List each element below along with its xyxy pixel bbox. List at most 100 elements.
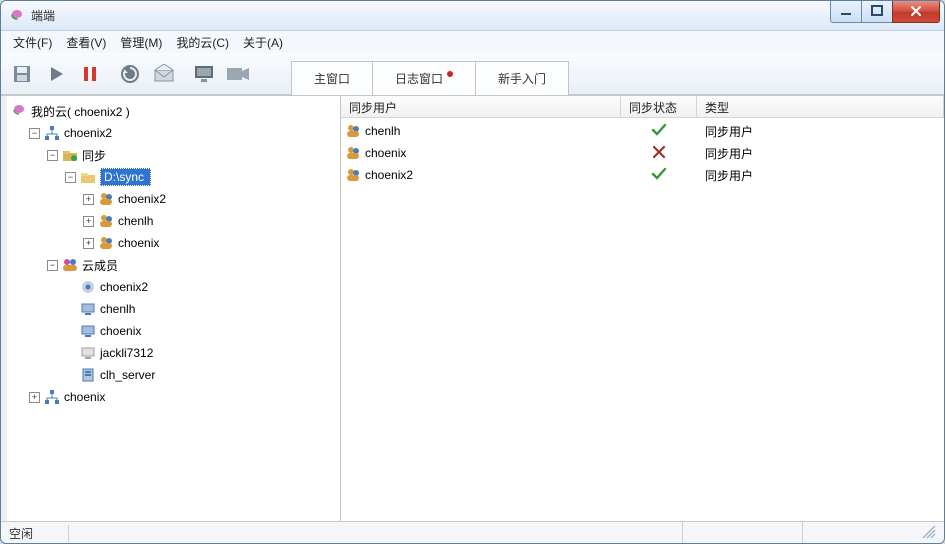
network-icon xyxy=(44,125,60,141)
tab-beginner[interactable]: 新手入门 xyxy=(475,61,569,95)
cross-icon xyxy=(652,145,666,162)
tree-root-label: 我的云( choenix2 ) xyxy=(31,103,130,120)
tree-pane[interactable]: 我的云( choenix2 ) − choenix2 xyxy=(1,96,341,521)
network-icon xyxy=(44,389,60,405)
notification-dot-icon xyxy=(447,71,453,77)
refresh-button[interactable] xyxy=(115,59,145,89)
tree-item-label: chenlh xyxy=(100,302,135,316)
expander-icon[interactable]: + xyxy=(83,194,94,205)
tree-item-label: choenix2 xyxy=(100,280,148,294)
menu-file[interactable]: 文件(F) xyxy=(7,32,58,53)
app-icon xyxy=(9,8,25,24)
tree-sync-child[interactable]: + chenlh xyxy=(79,210,340,232)
tree-member[interactable]: clh_server xyxy=(61,364,340,386)
computer-icon xyxy=(80,301,96,317)
users-icon xyxy=(98,191,114,207)
tree-item-label: choenix xyxy=(118,236,159,250)
save-button[interactable] xyxy=(7,59,37,89)
computer-icon xyxy=(80,323,96,339)
tree-member[interactable]: jackli7312 xyxy=(61,342,340,364)
window-controls xyxy=(831,1,940,23)
row-user: choenix2 xyxy=(365,168,413,182)
tree-members-label: 云成员 xyxy=(82,257,118,274)
tree-sync-path[interactable]: − D:\sync xyxy=(61,166,340,188)
row-user: choenix xyxy=(365,146,406,160)
mail-button[interactable] xyxy=(149,59,179,89)
tree-root[interactable]: 我的云( choenix2 ) xyxy=(7,100,340,122)
row-type: 同步用户 xyxy=(697,123,944,140)
tree-members[interactable]: − 云成员 xyxy=(43,254,340,276)
monitor-button[interactable] xyxy=(189,59,219,89)
row-type: 同步用户 xyxy=(697,145,944,162)
expander-icon[interactable]: − xyxy=(47,260,58,271)
cloud-root-icon xyxy=(11,103,27,119)
list-pane: 同步用户 同步状态 类型 chenlh 同步用户 choenix xyxy=(341,96,944,521)
tree-item-label: choenix xyxy=(100,324,141,338)
gear-icon xyxy=(80,279,96,295)
users-icon xyxy=(98,235,114,251)
check-icon xyxy=(651,167,667,184)
resize-grip-icon[interactable] xyxy=(922,525,936,542)
server-icon xyxy=(80,367,96,383)
statusbar: 空闲 xyxy=(1,521,944,544)
tree-sync-path-label: D:\sync xyxy=(100,168,151,186)
titlebar: 端端 xyxy=(1,1,944,31)
tree-cloud1[interactable]: − choenix2 xyxy=(25,122,340,144)
menubar: 文件(F) 查看(V) 管理(M) 我的云(C) 关于(A) xyxy=(1,31,944,53)
tree-sync[interactable]: − 同步 xyxy=(43,144,340,166)
tab-log[interactable]: 日志窗口 xyxy=(372,61,476,95)
expander-icon[interactable]: − xyxy=(29,128,40,139)
list-row[interactable]: chenlh 同步用户 xyxy=(341,120,944,142)
tabstrip: 主窗口 日志窗口 新手入门 xyxy=(291,53,568,95)
list-row[interactable]: choenix 同步用户 xyxy=(341,142,944,164)
pause-button[interactable] xyxy=(75,59,105,89)
tree-cloud2-label: choenix xyxy=(64,390,105,404)
folder-icon xyxy=(80,169,96,185)
expander-icon[interactable]: − xyxy=(47,150,58,161)
menu-view[interactable]: 查看(V) xyxy=(60,32,112,53)
expander-icon[interactable]: + xyxy=(29,392,40,403)
tree-sync-child[interactable]: + choenix xyxy=(79,232,340,254)
maximize-button[interactable] xyxy=(861,1,893,23)
list-header: 同步用户 同步状态 类型 xyxy=(341,96,944,118)
expander-icon[interactable]: + xyxy=(83,216,94,227)
tree-member[interactable]: choenix xyxy=(61,320,340,342)
close-button[interactable] xyxy=(892,1,940,23)
users-icon xyxy=(345,145,361,161)
list-rows[interactable]: chenlh 同步用户 choenix 同步用户 cho xyxy=(341,118,944,521)
status-text: 空闲 xyxy=(9,525,69,542)
menu-about[interactable]: 关于(A) xyxy=(237,32,289,53)
play-button[interactable] xyxy=(41,59,71,89)
row-type: 同步用户 xyxy=(697,167,944,184)
check-icon xyxy=(651,123,667,140)
app-window: 端端 文件(F) 查看(V) 管理(M) 我的云(C) 关于(A) xyxy=(0,0,945,544)
tree-sync-label: 同步 xyxy=(82,147,106,164)
window-title: 端端 xyxy=(31,7,55,24)
computer-offline-icon xyxy=(80,345,96,361)
expander-icon[interactable]: + xyxy=(83,238,94,249)
col-header-status[interactable]: 同步状态 xyxy=(621,96,697,117)
tree-member[interactable]: chenlh xyxy=(61,298,340,320)
tree-cloud1-label: choenix2 xyxy=(64,126,112,140)
camera-button[interactable] xyxy=(223,59,253,89)
sync-folder-icon xyxy=(62,147,78,163)
tab-main[interactable]: 主窗口 xyxy=(291,61,373,95)
tree-item-label: chenlh xyxy=(118,214,153,228)
list-row[interactable]: choenix2 同步用户 xyxy=(341,164,944,186)
expander-icon[interactable]: − xyxy=(65,172,76,183)
toolbar: 主窗口 日志窗口 新手入门 xyxy=(1,53,944,95)
menu-manage[interactable]: 管理(M) xyxy=(114,32,168,53)
tree-item-label: choenix2 xyxy=(118,192,166,206)
col-header-user[interactable]: 同步用户 xyxy=(341,96,621,117)
menu-mycloud[interactable]: 我的云(C) xyxy=(170,32,235,53)
tree-member[interactable]: choenix2 xyxy=(61,276,340,298)
users-icon xyxy=(345,167,361,183)
tree-sync-child[interactable]: + choenix2 xyxy=(79,188,340,210)
users-icon xyxy=(345,123,361,139)
users-icon xyxy=(98,213,114,229)
tree-cloud2[interactable]: + choenix xyxy=(25,386,340,408)
minimize-button[interactable] xyxy=(830,1,862,23)
tree-item-label: jackli7312 xyxy=(100,346,153,360)
col-header-type[interactable]: 类型 xyxy=(697,96,944,117)
row-user: chenlh xyxy=(365,124,400,138)
